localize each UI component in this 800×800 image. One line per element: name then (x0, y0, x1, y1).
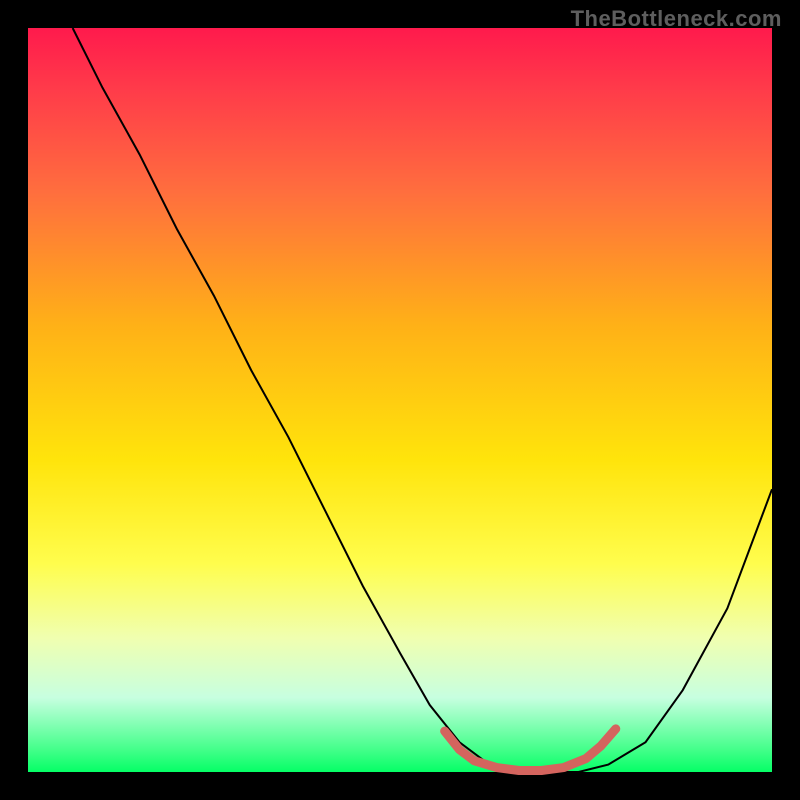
chart-svg (28, 28, 772, 772)
watermark-text: TheBottleneck.com (571, 6, 782, 32)
chart-stage: TheBottleneck.com (0, 0, 800, 800)
bottleneck-curve (73, 28, 772, 772)
plot-area (28, 28, 772, 772)
